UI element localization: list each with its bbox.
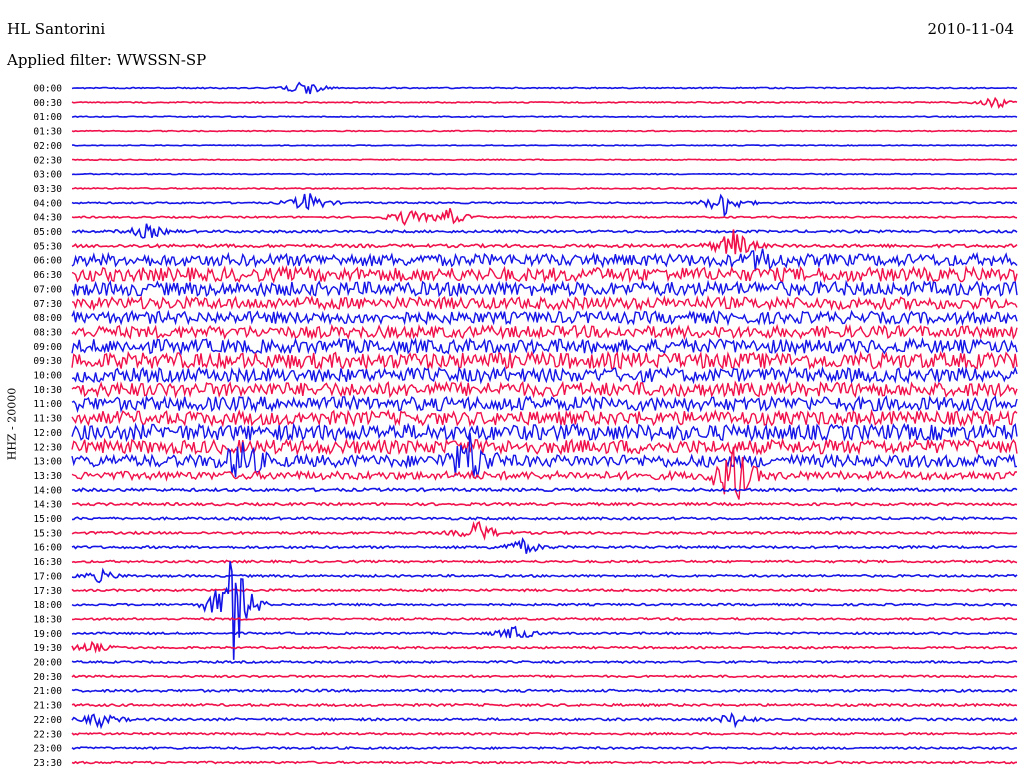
row-time-label: 00:30	[33, 98, 62, 109]
row-time-label: 22:00	[33, 715, 62, 726]
row-time-label: 16:30	[33, 557, 62, 568]
seismic-trace-0200	[72, 144, 1018, 147]
row-time-label: 01:00	[33, 112, 62, 123]
seismic-trace-0030	[71, 96, 1018, 110]
row-time-label: 16:00	[33, 543, 62, 554]
row-time-label: 15:30	[33, 528, 62, 539]
seismic-trace-1700	[71, 567, 1018, 584]
row-time-label: 03:30	[33, 184, 62, 195]
row-time-label: 12:30	[33, 442, 62, 453]
seismic-trace-1930	[71, 640, 1018, 654]
row-time-label: 23:30	[33, 758, 62, 769]
row-time-label: 06:30	[33, 270, 62, 281]
seismic-trace-1430	[71, 501, 1018, 507]
seismic-trace-2000	[71, 659, 1018, 665]
seismic-trace-2030	[71, 674, 1018, 679]
row-time-label: 10:00	[33, 371, 62, 382]
seismic-trace-0930	[71, 350, 1018, 371]
seismic-trace-0230	[71, 158, 1018, 162]
row-time-label: 01:30	[33, 127, 62, 138]
seismic-trace-1200	[71, 422, 1018, 443]
row-time-label: 11:30	[33, 414, 62, 425]
seismic-trace-1500	[72, 516, 1018, 521]
seismic-trace-2130	[71, 702, 1018, 708]
seismic-trace-0400	[71, 193, 1018, 218]
row-time-label: 04:00	[33, 198, 62, 209]
seismic-trace-1730	[71, 588, 1018, 593]
row-time-label: 06:00	[33, 256, 62, 267]
seismic-trace-0330	[71, 186, 1018, 190]
row-time-label: 18:00	[33, 600, 62, 611]
seismic-trace-2230	[71, 731, 1018, 736]
seismic-trace-1900	[71, 625, 1018, 639]
row-time-label: 19:00	[33, 629, 62, 640]
seismic-trace-2300	[71, 746, 1018, 751]
seismic-trace-0830	[71, 323, 1018, 341]
row-time-label: 19:30	[33, 643, 62, 654]
row-time-label: 05:30	[33, 241, 62, 252]
seismic-trace-1030	[71, 380, 1018, 399]
seismic-trace-0100	[71, 115, 1018, 119]
row-time-label: 23:00	[33, 744, 62, 755]
seismic-trace-0430	[71, 208, 1018, 227]
row-time-label: 07:30	[33, 299, 62, 310]
row-time-label: 15:00	[33, 514, 62, 525]
seismic-trace-1630	[71, 559, 1018, 564]
row-time-label: 04:30	[33, 213, 62, 224]
seismic-trace-2330	[71, 760, 1018, 765]
row-time-label: 20:00	[33, 658, 62, 669]
seismic-trace-1600	[71, 537, 1018, 554]
seismic-trace-1130	[71, 408, 1018, 428]
row-time-label: 21:00	[33, 686, 62, 697]
row-time-label: 08:00	[33, 313, 62, 324]
row-time-label: 14:30	[33, 500, 62, 511]
row-time-label: 21:30	[33, 701, 62, 712]
seismic-trace-0000	[71, 81, 1018, 95]
row-time-label: 17:00	[33, 571, 62, 582]
row-time-label: 14:00	[33, 485, 62, 496]
row-time-label: 00:00	[33, 84, 62, 95]
row-time-label: 10:30	[33, 385, 62, 396]
seismic-trace-0730	[71, 294, 1018, 312]
row-time-label: 13:00	[33, 457, 62, 468]
seismic-trace-2200	[71, 711, 1018, 730]
seismic-trace-1830	[71, 616, 1018, 622]
seismic-trace-0630	[71, 264, 1018, 284]
row-time-label: 09:30	[33, 356, 62, 367]
seismic-trace-1530	[71, 520, 1018, 541]
row-time-label: 05:00	[33, 227, 62, 238]
helicorder-plot: 00:00 00:30 01:00 01:30 02:00 02:30 03:00 03:30…	[33, 81, 1018, 769]
seismic-trace-1000	[71, 365, 1018, 385]
row-time-label: 18:30	[33, 614, 62, 625]
seismic-trace-0300	[71, 172, 1018, 176]
row-time-label: 20:30	[33, 672, 62, 683]
row-time-label: 08:30	[33, 327, 62, 338]
seismic-trace-1400	[71, 486, 1018, 493]
row-time-label: 02:00	[33, 141, 62, 152]
row-time-label: 22:30	[33, 729, 62, 740]
seismic-trace-1100	[71, 394, 1018, 414]
seismic-trace-0130	[71, 129, 1018, 133]
row-time-label: 03:00	[33, 170, 62, 181]
seismic-trace-0900	[71, 336, 1018, 356]
row-time-label: 07:00	[33, 284, 62, 295]
seismic-trace-2100	[71, 688, 1018, 693]
row-time-label: 17:30	[33, 586, 62, 597]
row-time-label: 02:30	[33, 155, 62, 166]
row-time-label: 09:00	[33, 342, 62, 353]
seismic-trace-0800	[71, 309, 1018, 327]
seismic-trace-0500	[71, 223, 1018, 239]
row-time-label: 13:30	[33, 471, 62, 482]
row-time-label: 12:00	[33, 428, 62, 439]
seismic-trace-0700	[71, 279, 1018, 298]
row-time-label: 11:00	[33, 399, 62, 410]
seismic-trace-0600	[71, 248, 1018, 272]
seismic-trace-1230	[71, 437, 1018, 457]
